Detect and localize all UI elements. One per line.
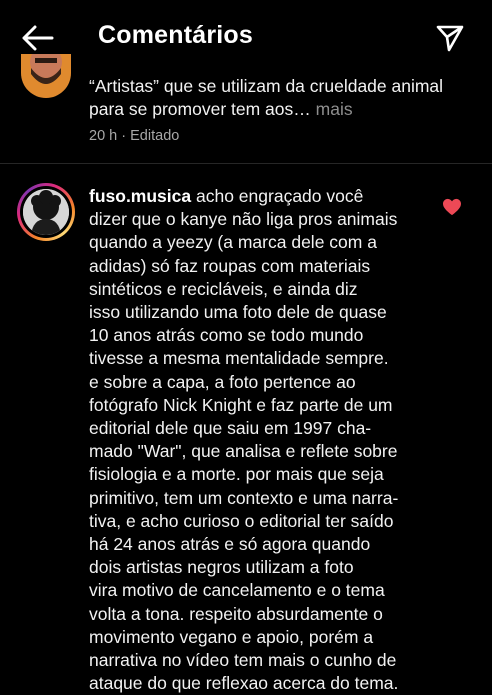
divider bbox=[0, 163, 492, 164]
page-title: Comentários bbox=[98, 21, 254, 49]
avatar[interactable] bbox=[21, 54, 71, 98]
comment-meta: 20 h · Editado bbox=[89, 128, 179, 144]
user-avatar-image bbox=[21, 54, 71, 98]
previous-comment-text: “Artistas” que se utilizam da crueldade … bbox=[89, 75, 459, 121]
previous-comment-body: “Artistas” que se utilizam da crueldade … bbox=[89, 76, 444, 119]
user-avatar-image bbox=[23, 189, 69, 235]
share-button[interactable] bbox=[428, 18, 472, 58]
avatar-border bbox=[20, 186, 72, 238]
comment-text: fuso.musica acho engraçado você dizer qu… bbox=[89, 185, 429, 695]
like-button[interactable] bbox=[442, 198, 466, 220]
header-bar: Comentários bbox=[0, 0, 492, 72]
previous-comment: “Artistas” que se utilizam da crueldade … bbox=[0, 54, 492, 164]
more-link[interactable]: mais bbox=[316, 99, 353, 119]
person-silhouette-icon bbox=[23, 189, 69, 235]
back-button[interactable] bbox=[14, 18, 62, 58]
meta-separator: · bbox=[121, 128, 127, 144]
comment-time: 20 h bbox=[89, 128, 118, 144]
edited-label: Editado bbox=[130, 128, 180, 144]
comment-username[interactable]: fuso.musica bbox=[89, 186, 191, 206]
avatar[interactable] bbox=[17, 183, 75, 241]
comment-body: acho engraçado você dizer que o kanye nã… bbox=[89, 186, 399, 694]
arrow-left-icon bbox=[22, 25, 54, 51]
heart-filled-icon bbox=[443, 198, 461, 216]
paper-plane-icon bbox=[436, 25, 464, 52]
